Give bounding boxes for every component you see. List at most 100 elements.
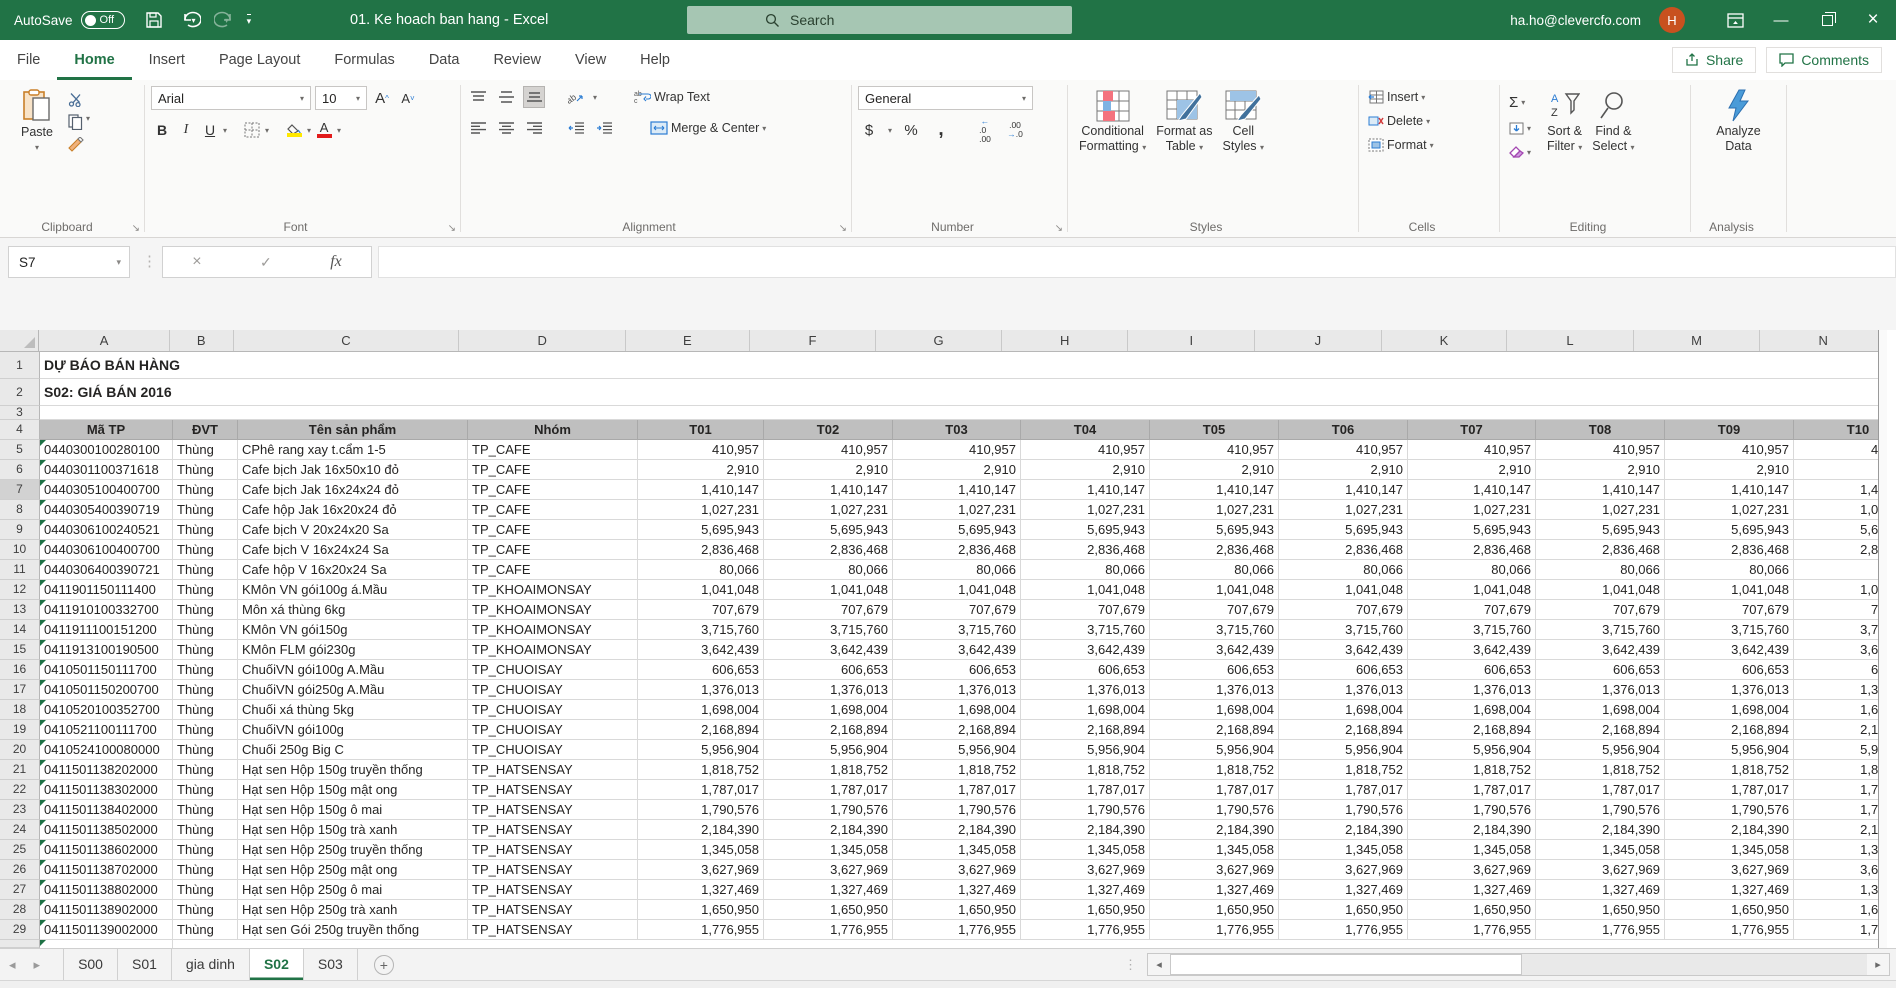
cell-product-name[interactable]: Cafe hộp V 16x20x24 Sa xyxy=(238,560,468,580)
middle-align-button[interactable] xyxy=(495,86,517,108)
cell-product-name[interactable]: Cafe bịch V 20x24x20 Sa xyxy=(238,520,468,540)
cell-t07[interactable]: 1,787,017 xyxy=(1408,780,1536,800)
cell-t02[interactable]: 1,698,004 xyxy=(764,700,893,720)
format-painter-button[interactable] xyxy=(68,137,90,152)
cell-unit[interactable]: Thùng xyxy=(173,860,238,880)
analyze-data-button[interactable]: AnalyzeData xyxy=(1711,86,1765,217)
column-header-F[interactable]: F xyxy=(750,330,877,351)
cell-t08[interactable]: 1,776,955 xyxy=(1536,920,1665,940)
cell-t07[interactable]: 1,818,752 xyxy=(1408,760,1536,780)
cell-t06[interactable]: 1,027,231 xyxy=(1279,500,1408,520)
cell-t02[interactable]: 606,653 xyxy=(764,660,893,680)
table-header-nhom[interactable]: Nhóm xyxy=(468,420,638,440)
cell-product-name[interactable]: ChuốiVN gói100g xyxy=(238,720,468,740)
cell-t03[interactable]: 2,168,894 xyxy=(893,720,1021,740)
cell-t03[interactable]: 1,698,004 xyxy=(893,700,1021,720)
cell-t10[interactable]: 2,836,468 xyxy=(1794,540,1887,560)
column-header-K[interactable]: K xyxy=(1382,330,1508,351)
cell-t05[interactable]: 2,184,390 xyxy=(1150,820,1279,840)
sheet-nav-right-icon[interactable]: ▸ xyxy=(25,957,50,973)
cell-t10[interactable]: 2,168,894 xyxy=(1794,720,1887,740)
accounting-dropdown[interactable]: ▾ xyxy=(888,126,892,135)
quick-access-customize-button[interactable]: ▾ xyxy=(247,14,252,27)
cell-unit[interactable]: Thùng xyxy=(173,560,238,580)
cell-t09[interactable]: 1,410,147 xyxy=(1665,480,1794,500)
row-header-23[interactable]: 23 xyxy=(0,800,40,820)
select-all-corner[interactable] xyxy=(0,330,39,351)
cell-t09[interactable]: 1,776,955 xyxy=(1665,920,1794,940)
cell-t02[interactable]: 1,787,017 xyxy=(764,780,893,800)
horizontal-scrollbar-thumb[interactable] xyxy=(1170,954,1522,975)
cell-t08[interactable]: 1,787,017 xyxy=(1536,780,1665,800)
cell-t07[interactable]: 1,790,576 xyxy=(1408,800,1536,820)
cell-t05[interactable]: 2,168,894 xyxy=(1150,720,1279,740)
cell-t08[interactable]: 2,836,468 xyxy=(1536,540,1665,560)
cell-t02[interactable]: 80,066 xyxy=(764,560,893,580)
cell-code[interactable]: 0440306100400700 xyxy=(40,540,173,560)
cell-t02[interactable]: 5,956,904 xyxy=(764,740,893,760)
cell-t07[interactable]: 5,695,943 xyxy=(1408,520,1536,540)
paste-button[interactable]: Paste▾ xyxy=(16,86,58,217)
cell-t02[interactable]: 707,679 xyxy=(764,600,893,620)
table-header-t05[interactable]: T05 xyxy=(1150,420,1279,440)
cell-t03[interactable]: 1,376,013 xyxy=(893,680,1021,700)
cell-t04[interactable]: 1,698,004 xyxy=(1021,700,1150,720)
cell-t02[interactable]: 2,184,390 xyxy=(764,820,893,840)
cell-code[interactable]: 0440306400390721 xyxy=(40,560,173,580)
cell-t05[interactable]: 707,679 xyxy=(1150,600,1279,620)
cell-t09[interactable]: 410,957 xyxy=(1665,440,1794,460)
cell-t01[interactable]: 3,627,969 xyxy=(638,860,764,880)
cell-t01[interactable]: 1,327,469 xyxy=(638,880,764,900)
table-header-t10[interactable]: T10 xyxy=(1794,420,1887,440)
cell-t01[interactable]: 2,168,894 xyxy=(638,720,764,740)
column-header-H[interactable]: H xyxy=(1002,330,1129,351)
cell-product-name[interactable]: Hạt sen Hộp 150g mật ong xyxy=(238,780,468,800)
insert-cells-button[interactable]: Insert▾ xyxy=(1365,88,1493,106)
cell-t10[interactable]: 1,345,058 xyxy=(1794,840,1887,860)
ribbon-tab-file[interactable]: File xyxy=(0,40,57,80)
cell-t08[interactable]: 1,650,950 xyxy=(1536,900,1665,920)
cell-group[interactable]: TP_KHOAIMONSAY xyxy=(468,640,638,660)
cell-t06[interactable]: 410,957 xyxy=(1279,440,1408,460)
cell-t06[interactable]: 2,168,894 xyxy=(1279,720,1408,740)
cell-t05[interactable]: 3,642,439 xyxy=(1150,640,1279,660)
cell-t06[interactable]: 2,836,468 xyxy=(1279,540,1408,560)
cell-group[interactable]: TP_CAFE xyxy=(468,540,638,560)
cell-t10[interactable]: 80,066 xyxy=(1794,560,1887,580)
cell-group[interactable]: TP_HATSENSAY xyxy=(468,760,638,780)
comma-style-button[interactable]: , xyxy=(930,119,952,141)
cell-t08[interactable]: 1,345,058 xyxy=(1536,840,1665,860)
cell-t07[interactable]: 2,836,468 xyxy=(1408,540,1536,560)
cell-t06[interactable]: 3,627,969 xyxy=(1279,860,1408,880)
cell-t07[interactable]: 1,776,955 xyxy=(1408,920,1536,940)
cancel-entry-button[interactable]: × xyxy=(192,253,201,271)
cell-t03[interactable]: 606,653 xyxy=(893,660,1021,680)
cell-t09[interactable]: 2,184,390 xyxy=(1665,820,1794,840)
cell-t01[interactable]: 1,790,576 xyxy=(638,800,764,820)
cell-group[interactable]: TP_HATSENSAY xyxy=(468,840,638,860)
row-header-21[interactable]: 21 xyxy=(0,760,40,780)
cell-t01[interactable]: 1,041,048 xyxy=(638,580,764,600)
merge-center-button[interactable]: Merge & Center▾ xyxy=(647,119,769,137)
cell-code[interactable]: 0440306100240521 xyxy=(40,520,173,540)
cell-group[interactable]: TP_CAFE xyxy=(468,480,638,500)
cell-product-name[interactable]: KMôn VN gói100g á.Mầu xyxy=(238,580,468,600)
cell-t01[interactable]: 1,818,752 xyxy=(638,760,764,780)
cell-product-name[interactable]: Hạt sen Hộp 150g trà xanh xyxy=(238,820,468,840)
cell-group[interactable]: TP_HATSENSAY xyxy=(468,900,638,920)
cell-t06[interactable]: 1,041,048 xyxy=(1279,580,1408,600)
cell-t06[interactable]: 1,787,017 xyxy=(1279,780,1408,800)
cell-t10[interactable]: 1,650,950 xyxy=(1794,900,1887,920)
cell-t03[interactable]: 707,679 xyxy=(893,600,1021,620)
cell-group[interactable]: TP_CHUOISAY xyxy=(468,720,638,740)
cell-t10[interactable]: 3,627,969 xyxy=(1794,860,1887,880)
cut-button[interactable] xyxy=(68,92,90,107)
row-header-15[interactable]: 15 xyxy=(0,640,40,660)
row-header-10[interactable]: 10 xyxy=(0,540,40,560)
share-button[interactable]: Share xyxy=(1672,47,1756,73)
table-header-t02[interactable]: T02 xyxy=(764,420,893,440)
autosum-button[interactable]: Σ▾ xyxy=(1506,92,1534,113)
cell-product-name[interactable]: Chuối 250g Big C xyxy=(238,740,468,760)
cell-styles-button[interactable]: CellStyles ▾ xyxy=(1218,86,1270,217)
cell-product-name[interactable]: Chuối xá thùng 5kg xyxy=(238,700,468,720)
